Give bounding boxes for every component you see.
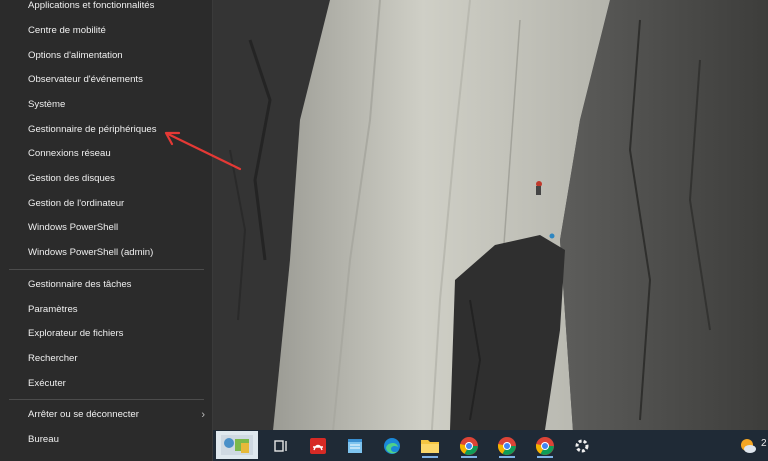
- menu-item-search[interactable]: Rechercher: [0, 347, 213, 371]
- menu-item-apps-features[interactable]: Applications et fonctionnalités: [0, 0, 213, 18]
- start-thumbnail-icon[interactable]: [216, 431, 258, 459]
- menu-separator: [9, 399, 204, 400]
- edge-icon[interactable]: [379, 433, 405, 459]
- menu-item-powershell[interactable]: Windows PowerShell: [0, 216, 213, 240]
- menu-item-computer-management[interactable]: Gestion de l'ordinateur: [0, 192, 213, 216]
- menu-item-run[interactable]: Exécuter: [0, 372, 213, 396]
- taskbar: 2: [213, 430, 768, 461]
- menu-separator: [9, 269, 204, 270]
- menu-item-event-viewer[interactable]: Observateur d'événements: [0, 68, 213, 92]
- menu-item-desktop[interactable]: Bureau: [0, 428, 213, 452]
- menu-item-powershell-admin[interactable]: Windows PowerShell (admin): [0, 241, 213, 265]
- menu-item-label: Arrêter ou se déconnecter: [28, 409, 139, 420]
- chrome-icon[interactable]: [532, 433, 558, 459]
- settings-icon[interactable]: [569, 433, 595, 459]
- menu-item-shutdown-signout[interactable]: Arrêter ou se déconnecter ›: [0, 403, 213, 427]
- active-indicator: [461, 456, 477, 458]
- winx-context-menu: Applications et fonctionnalités Centre d…: [0, 0, 213, 461]
- menu-item-system[interactable]: Système: [0, 93, 213, 117]
- active-indicator: [537, 456, 553, 458]
- menu-item-mobility-center[interactable]: Centre de mobilité: [0, 19, 213, 43]
- weather-icon[interactable]: [735, 433, 761, 459]
- chrome-icon[interactable]: [494, 433, 520, 459]
- menu-item-settings[interactable]: Paramètres: [0, 298, 213, 322]
- menu-item-power-options[interactable]: Options d'alimentation: [0, 44, 213, 68]
- annotation-arrow-icon: [164, 131, 242, 171]
- acrobat-icon[interactable]: [305, 433, 331, 459]
- chrome-icon[interactable]: [456, 433, 482, 459]
- active-indicator: [499, 456, 515, 458]
- file-explorer-icon[interactable]: [417, 433, 443, 459]
- chevron-right-icon: ›: [201, 409, 205, 421]
- task-view-icon[interactable]: [268, 433, 294, 459]
- tray-text: 2: [761, 438, 767, 449]
- notepad-icon[interactable]: [342, 433, 368, 459]
- active-indicator: [422, 456, 438, 458]
- menu-item-task-manager[interactable]: Gestionnaire des tâches: [0, 273, 213, 297]
- menu-item-file-explorer[interactable]: Explorateur de fichiers: [0, 322, 213, 346]
